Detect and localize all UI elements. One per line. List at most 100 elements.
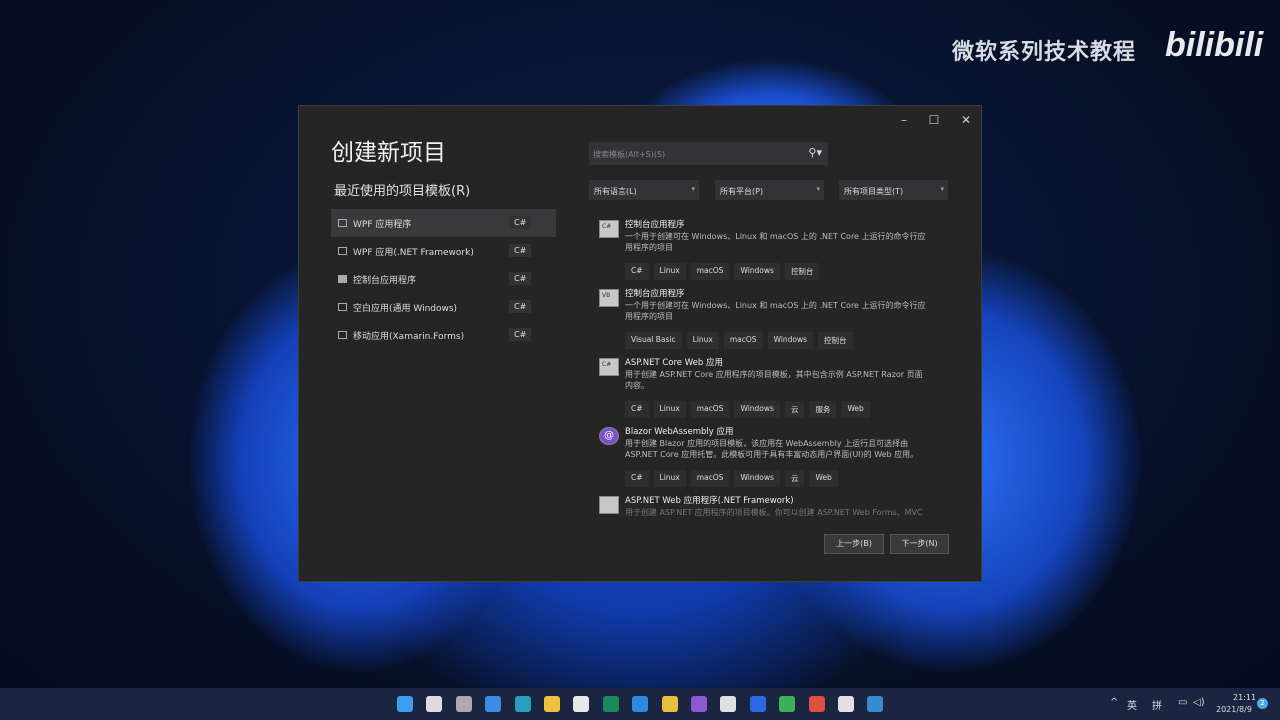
volume-icon[interactable]: ◁) bbox=[1193, 697, 1205, 708]
vscode-icon[interactable] bbox=[632, 696, 649, 712]
store-icon[interactable] bbox=[720, 696, 737, 712]
app-icon[interactable] bbox=[867, 696, 884, 712]
taskbar: ^ 英 拼 ▭ ◁) 21:11 2021/8/9 2 bbox=[0, 688, 1280, 720]
template-tag: Windows bbox=[734, 263, 780, 280]
language-filter[interactable]: 所有语言(L) ▾ bbox=[589, 180, 699, 200]
template-icon: VB bbox=[599, 289, 619, 307]
channel-watermark: 微软系列技术教程 bbox=[952, 40, 1137, 65]
template-tag: Linux bbox=[686, 332, 719, 349]
filter-label: 所有项目类型(T) bbox=[844, 187, 904, 196]
template-name: Blazor WebAssembly 应用 bbox=[625, 427, 734, 437]
template-tags: Visual Basic Linux macOS Windows 控制台 bbox=[625, 332, 853, 349]
input-language[interactable]: 英 bbox=[1127, 697, 1137, 712]
template-name: 控制台应用程序 bbox=[625, 220, 685, 230]
start-icon[interactable] bbox=[397, 696, 413, 712]
template-tag: 服务 bbox=[809, 401, 837, 418]
project-type-filter[interactable]: 所有项目类型(T) ▾ bbox=[839, 180, 948, 200]
chevron-down-icon: ▾ bbox=[940, 185, 944, 193]
template-icon: C# bbox=[599, 220, 619, 238]
clock-date[interactable]: 2021/8/9 bbox=[1216, 705, 1252, 714]
task-view-icon[interactable] bbox=[455, 696, 472, 712]
template-tags: C# Linux macOS Windows 云服务 Web bbox=[625, 401, 870, 418]
template-icon: C# bbox=[599, 358, 619, 376]
network-icon[interactable]: ▭ bbox=[1178, 697, 1187, 708]
dialog-title: 创建新项目 bbox=[331, 140, 446, 166]
template-tag: 控制台 bbox=[818, 332, 853, 349]
typora-icon[interactable] bbox=[838, 696, 854, 712]
template-tag: Visual Basic bbox=[625, 332, 682, 349]
template-tag: Linux bbox=[653, 263, 686, 280]
file-explorer-icon[interactable] bbox=[544, 696, 560, 712]
template-name: ASP.NET Web 应用程序(.NET Framework) bbox=[625, 496, 794, 506]
template-icon-badge: C# bbox=[602, 361, 612, 368]
template-tag: macOS bbox=[723, 332, 763, 349]
tray-overflow-icon[interactable]: ^ bbox=[1110, 697, 1118, 708]
back-button[interactable]: 上一步(B) bbox=[824, 534, 884, 554]
create-project-dialog: – ☐ ✕ 创建新项目 最近使用的项目模板(R) WPF 应用程序 C# WPF … bbox=[298, 105, 982, 582]
template-tag: Windows bbox=[734, 470, 780, 487]
template-tag: C# bbox=[625, 401, 649, 418]
app-icon[interactable] bbox=[808, 696, 825, 712]
template-tags: C# Linux macOS Windows 控制台 bbox=[625, 263, 820, 280]
template-list[interactable]: C# 控制台应用程序 一个用于创建可在 Windows、Linux 和 macO… bbox=[299, 211, 983, 521]
template-tag: macOS bbox=[690, 470, 730, 487]
recent-templates-header: 最近使用的项目模板(R) bbox=[334, 184, 471, 199]
maximize-button[interactable]: ☐ bbox=[919, 110, 949, 130]
edge-icon[interactable] bbox=[514, 696, 531, 712]
template-tag: 控制台 bbox=[784, 263, 820, 280]
search-icon[interactable] bbox=[426, 696, 443, 712]
template-icon-badge: C# bbox=[602, 223, 612, 230]
template-tag: Windows bbox=[767, 332, 814, 349]
wechat-icon[interactable] bbox=[779, 696, 796, 712]
template-description: 一个用于创建可在 Windows、Linux 和 macOS 上的 .NET C… bbox=[625, 232, 926, 252]
clock-time[interactable]: 21:11 bbox=[1233, 693, 1256, 702]
template-tag: 云 bbox=[784, 470, 805, 487]
template-tag: Web bbox=[841, 401, 870, 418]
app-icon[interactable] bbox=[602, 696, 619, 712]
template-name: 控制台应用程序 bbox=[625, 289, 685, 299]
template-name: ASP.NET Core Web 应用 bbox=[625, 358, 723, 368]
filter-label: 所有语言(L) bbox=[594, 187, 637, 196]
widgets-icon[interactable] bbox=[485, 696, 502, 712]
qq-icon[interactable] bbox=[573, 696, 590, 712]
power-automate-icon[interactable] bbox=[749, 696, 766, 712]
search-icon[interactable]: ⚲▾ bbox=[808, 146, 822, 159]
search-placeholder: 搜索模板(Alt+S)(S) bbox=[593, 150, 666, 159]
template-description: 用于创建 ASP.NET 应用程序的项目模板。你可以创建 ASP.NET Web… bbox=[625, 508, 923, 517]
template-tag: C# bbox=[625, 470, 649, 487]
close-button[interactable]: ✕ bbox=[951, 110, 981, 130]
chevron-down-icon: ▾ bbox=[691, 185, 695, 193]
template-icon-badge: @ bbox=[604, 430, 614, 441]
template-tag: macOS bbox=[690, 401, 730, 418]
app-icon[interactable] bbox=[661, 696, 678, 712]
template-tag: C# bbox=[625, 263, 649, 280]
template-tag: Linux bbox=[653, 401, 686, 418]
template-tags: C# Linux macOS Windows 云 Web bbox=[625, 470, 838, 487]
template-description: 用于创建 ASP.NET Core 应用程序的项目模板，其中包含示例 ASP.N… bbox=[625, 370, 923, 390]
template-item[interactable]: ASP.NET Web 应用程序(.NET Framework) 用于创建 AS… bbox=[589, 494, 929, 521]
template-icon-badge: VB bbox=[602, 292, 611, 299]
template-icon bbox=[599, 496, 619, 514]
notification-badge[interactable]: 2 bbox=[1257, 698, 1268, 709]
filter-label: 所有平台(P) bbox=[720, 187, 764, 196]
chevron-down-icon: ▾ bbox=[816, 185, 820, 193]
bilibili-logo: bilibili bbox=[1165, 26, 1264, 64]
next-button[interactable]: 下一步(N) bbox=[890, 534, 949, 554]
template-search-input[interactable]: 搜索模板(Alt+S)(S) ⚲▾ bbox=[589, 142, 828, 165]
template-description: 用于创建 Blazor 应用的项目模板，该应用在 WebAssembly 上运行… bbox=[625, 439, 919, 459]
template-tag: Linux bbox=[653, 470, 686, 487]
template-icon: @ bbox=[599, 427, 619, 445]
template-tag: Web bbox=[809, 470, 838, 487]
minimize-button[interactable]: – bbox=[889, 110, 919, 130]
visual-studio-icon[interactable] bbox=[691, 696, 707, 712]
template-item[interactable]: C# ASP.NET Core Web 应用 用于创建 ASP.NET Core… bbox=[589, 356, 929, 422]
template-item[interactable]: C# 控制台应用程序 一个用于创建可在 Windows、Linux 和 macO… bbox=[589, 218, 929, 284]
ime-mode[interactable]: 拼 bbox=[1152, 697, 1162, 712]
template-tag: Windows bbox=[734, 401, 780, 418]
template-description: 一个用于创建可在 Windows、Linux 和 macOS 上的 .NET C… bbox=[625, 301, 926, 321]
template-tag: 云 bbox=[784, 401, 805, 418]
platform-filter[interactable]: 所有平台(P) ▾ bbox=[715, 180, 824, 200]
template-item[interactable]: @ Blazor WebAssembly 应用 用于创建 Blazor 应用的项… bbox=[589, 425, 929, 491]
template-tag: macOS bbox=[690, 263, 730, 280]
template-item[interactable]: VB 控制台应用程序 一个用于创建可在 Windows、Linux 和 macO… bbox=[589, 287, 929, 353]
